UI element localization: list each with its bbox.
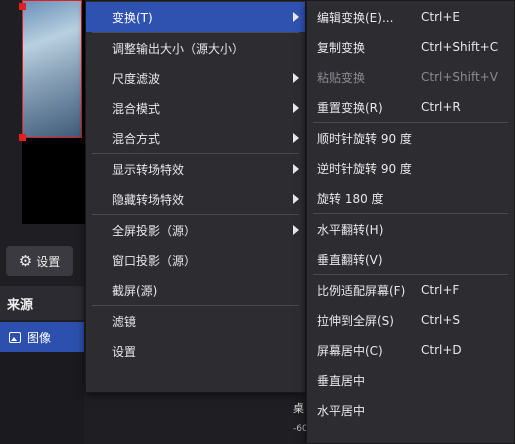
menu-item-label: 重置变换(R) <box>317 100 383 115</box>
menu-item-center-horizontal[interactable]: 水平居中 <box>307 395 514 425</box>
submenu-arrow-icon <box>293 194 299 204</box>
source-image-preview[interactable] <box>22 0 82 138</box>
image-icon <box>9 331 21 343</box>
menu-item-shortcut: Ctrl+Shift+V <box>421 70 498 84</box>
menu-item-shortcut: Ctrl+Shift+C <box>421 40 499 54</box>
menu-item-reset-transform[interactable]: 重置变换(R) Ctrl+R <box>307 92 514 122</box>
settings-button-label: 设置 <box>36 254 61 269</box>
menu-item-scale-filter[interactable]: 尺度滤波 <box>86 63 305 93</box>
menu-item-resize-output[interactable]: 调整输出大小（源大小） <box>86 33 305 63</box>
menu-item-label: 隐藏转场特效 <box>112 192 185 207</box>
submenu-arrow-icon <box>293 164 299 174</box>
menu-item-label: 调整输出大小（源大小） <box>112 41 245 56</box>
menu-item-label: 复制变换 <box>317 40 366 55</box>
menu-item-windowed-projector[interactable]: 窗口投影（源） <box>86 245 305 275</box>
menu-item-center-to-screen[interactable]: 屏幕居中(C) Ctrl+D <box>307 335 514 365</box>
menu-item-blend-method[interactable]: 混合方式 <box>86 123 305 153</box>
menu-item-shortcut: Ctrl+F <box>421 283 460 297</box>
menu-item-filters[interactable]: 滤镜 <box>86 306 305 336</box>
source-context-menu: 变换(T) 调整输出大小（源大小） 尺度滤波 混合模式 混合方式 显示转场特效 … <box>85 0 306 393</box>
menu-item-label: 设置 <box>112 344 137 359</box>
sources-list-area <box>0 352 84 444</box>
menu-item-label: 逆时针旋转 90 度 <box>317 161 412 176</box>
menu-item-copy-transform[interactable]: 复制变换 Ctrl+Shift+C <box>307 32 514 62</box>
gear-icon: ⚙ <box>18 251 33 270</box>
menu-item-label: 水平居中 <box>317 403 366 418</box>
menu-item-stretch-to-screen[interactable]: 拉伸到全屏(S) Ctrl+S <box>307 305 514 335</box>
menu-item-label: 拉伸到全屏(S) <box>317 313 394 328</box>
menu-item-show-transition[interactable]: 显示转场特效 <box>86 154 305 184</box>
menu-item-transform[interactable]: 变换(T) <box>86 2 305 32</box>
mixer-label: 桌 <box>293 402 304 415</box>
menu-item-shortcut: Ctrl+D <box>421 343 462 357</box>
menu-item-label: 顺时针旋转 90 度 <box>317 131 412 146</box>
menu-item-label: 水平翻转(H) <box>317 222 384 237</box>
menu-item-label: 混合模式 <box>112 101 161 116</box>
menu-item-fullscreen-projector[interactable]: 全屏投影（源） <box>86 215 305 245</box>
settings-button[interactable]: ⚙ 设置 <box>6 246 73 276</box>
sources-panel-title: 来源 <box>0 286 84 320</box>
menu-item-rotate-ccw[interactable]: 逆时针旋转 90 度 <box>307 153 514 183</box>
submenu-arrow-icon <box>293 12 299 22</box>
menu-item-label: 比例适配屏幕(F) <box>317 283 406 298</box>
menu-item-label: 屏幕居中(C) <box>317 343 383 358</box>
menu-item-label: 尺度滤波 <box>112 71 161 86</box>
menu-item-flip-vertical[interactable]: 垂直翻转(V) <box>307 244 514 274</box>
menu-item-fit-to-screen[interactable]: 比例适配屏幕(F) Ctrl+F <box>307 275 514 305</box>
menu-item-label: 垂直居中 <box>317 373 366 388</box>
menu-item-label: 编辑变换(E)... <box>317 10 394 25</box>
menu-item-flip-horizontal[interactable]: 水平翻转(H) <box>307 214 514 244</box>
menu-item-label: 旋转 180 度 <box>317 191 384 206</box>
source-item-label: 图像 <box>27 330 52 345</box>
menu-item-label: 垂直翻转(V) <box>317 252 383 267</box>
menu-item-shortcut: Ctrl+E <box>421 10 460 24</box>
transform-submenu: 编辑变换(E)... Ctrl+E 复制变换 Ctrl+Shift+C 粘贴变换… <box>306 0 515 444</box>
menu-item-label: 全屏投影（源） <box>112 223 197 238</box>
menu-item-label: 截屏(源) <box>112 283 158 298</box>
source-list-item[interactable]: 图像 <box>0 322 84 352</box>
menu-item-center-vertical[interactable]: 垂直居中 <box>307 365 514 395</box>
menu-item-rotate-180[interactable]: 旋转 180 度 <box>307 183 514 213</box>
submenu-arrow-icon <box>293 225 299 235</box>
resize-handle-bottom-left[interactable] <box>19 134 26 141</box>
menu-item-shortcut: Ctrl+S <box>421 313 461 327</box>
menu-item-screenshot[interactable]: 截屏(源) <box>86 275 305 305</box>
menu-item-edit-transform[interactable]: 编辑变换(E)... Ctrl+E <box>307 2 514 32</box>
menu-item-label: 变换(T) <box>112 10 153 25</box>
submenu-arrow-icon <box>293 73 299 83</box>
menu-item-blend-mode[interactable]: 混合模式 <box>86 93 305 123</box>
submenu-arrow-icon <box>293 103 299 113</box>
menu-item-properties[interactable]: 设置 <box>86 336 305 366</box>
menu-item-hide-transition[interactable]: 隐藏转场特效 <box>86 184 305 214</box>
menu-item-label: 显示转场特效 <box>112 162 185 177</box>
submenu-arrow-icon <box>293 133 299 143</box>
menu-item-paste-transform: 粘贴变换 Ctrl+Shift+V <box>307 62 514 92</box>
menu-item-shortcut: Ctrl+R <box>421 100 461 114</box>
menu-item-label: 滤镜 <box>112 314 137 329</box>
menu-item-rotate-cw[interactable]: 顺时针旋转 90 度 <box>307 123 514 153</box>
menu-item-label: 混合方式 <box>112 131 161 146</box>
resize-handle-top-left[interactable] <box>19 3 26 10</box>
menu-item-label: 窗口投影（源） <box>112 253 197 268</box>
menu-item-label: 粘贴变换 <box>317 70 366 85</box>
